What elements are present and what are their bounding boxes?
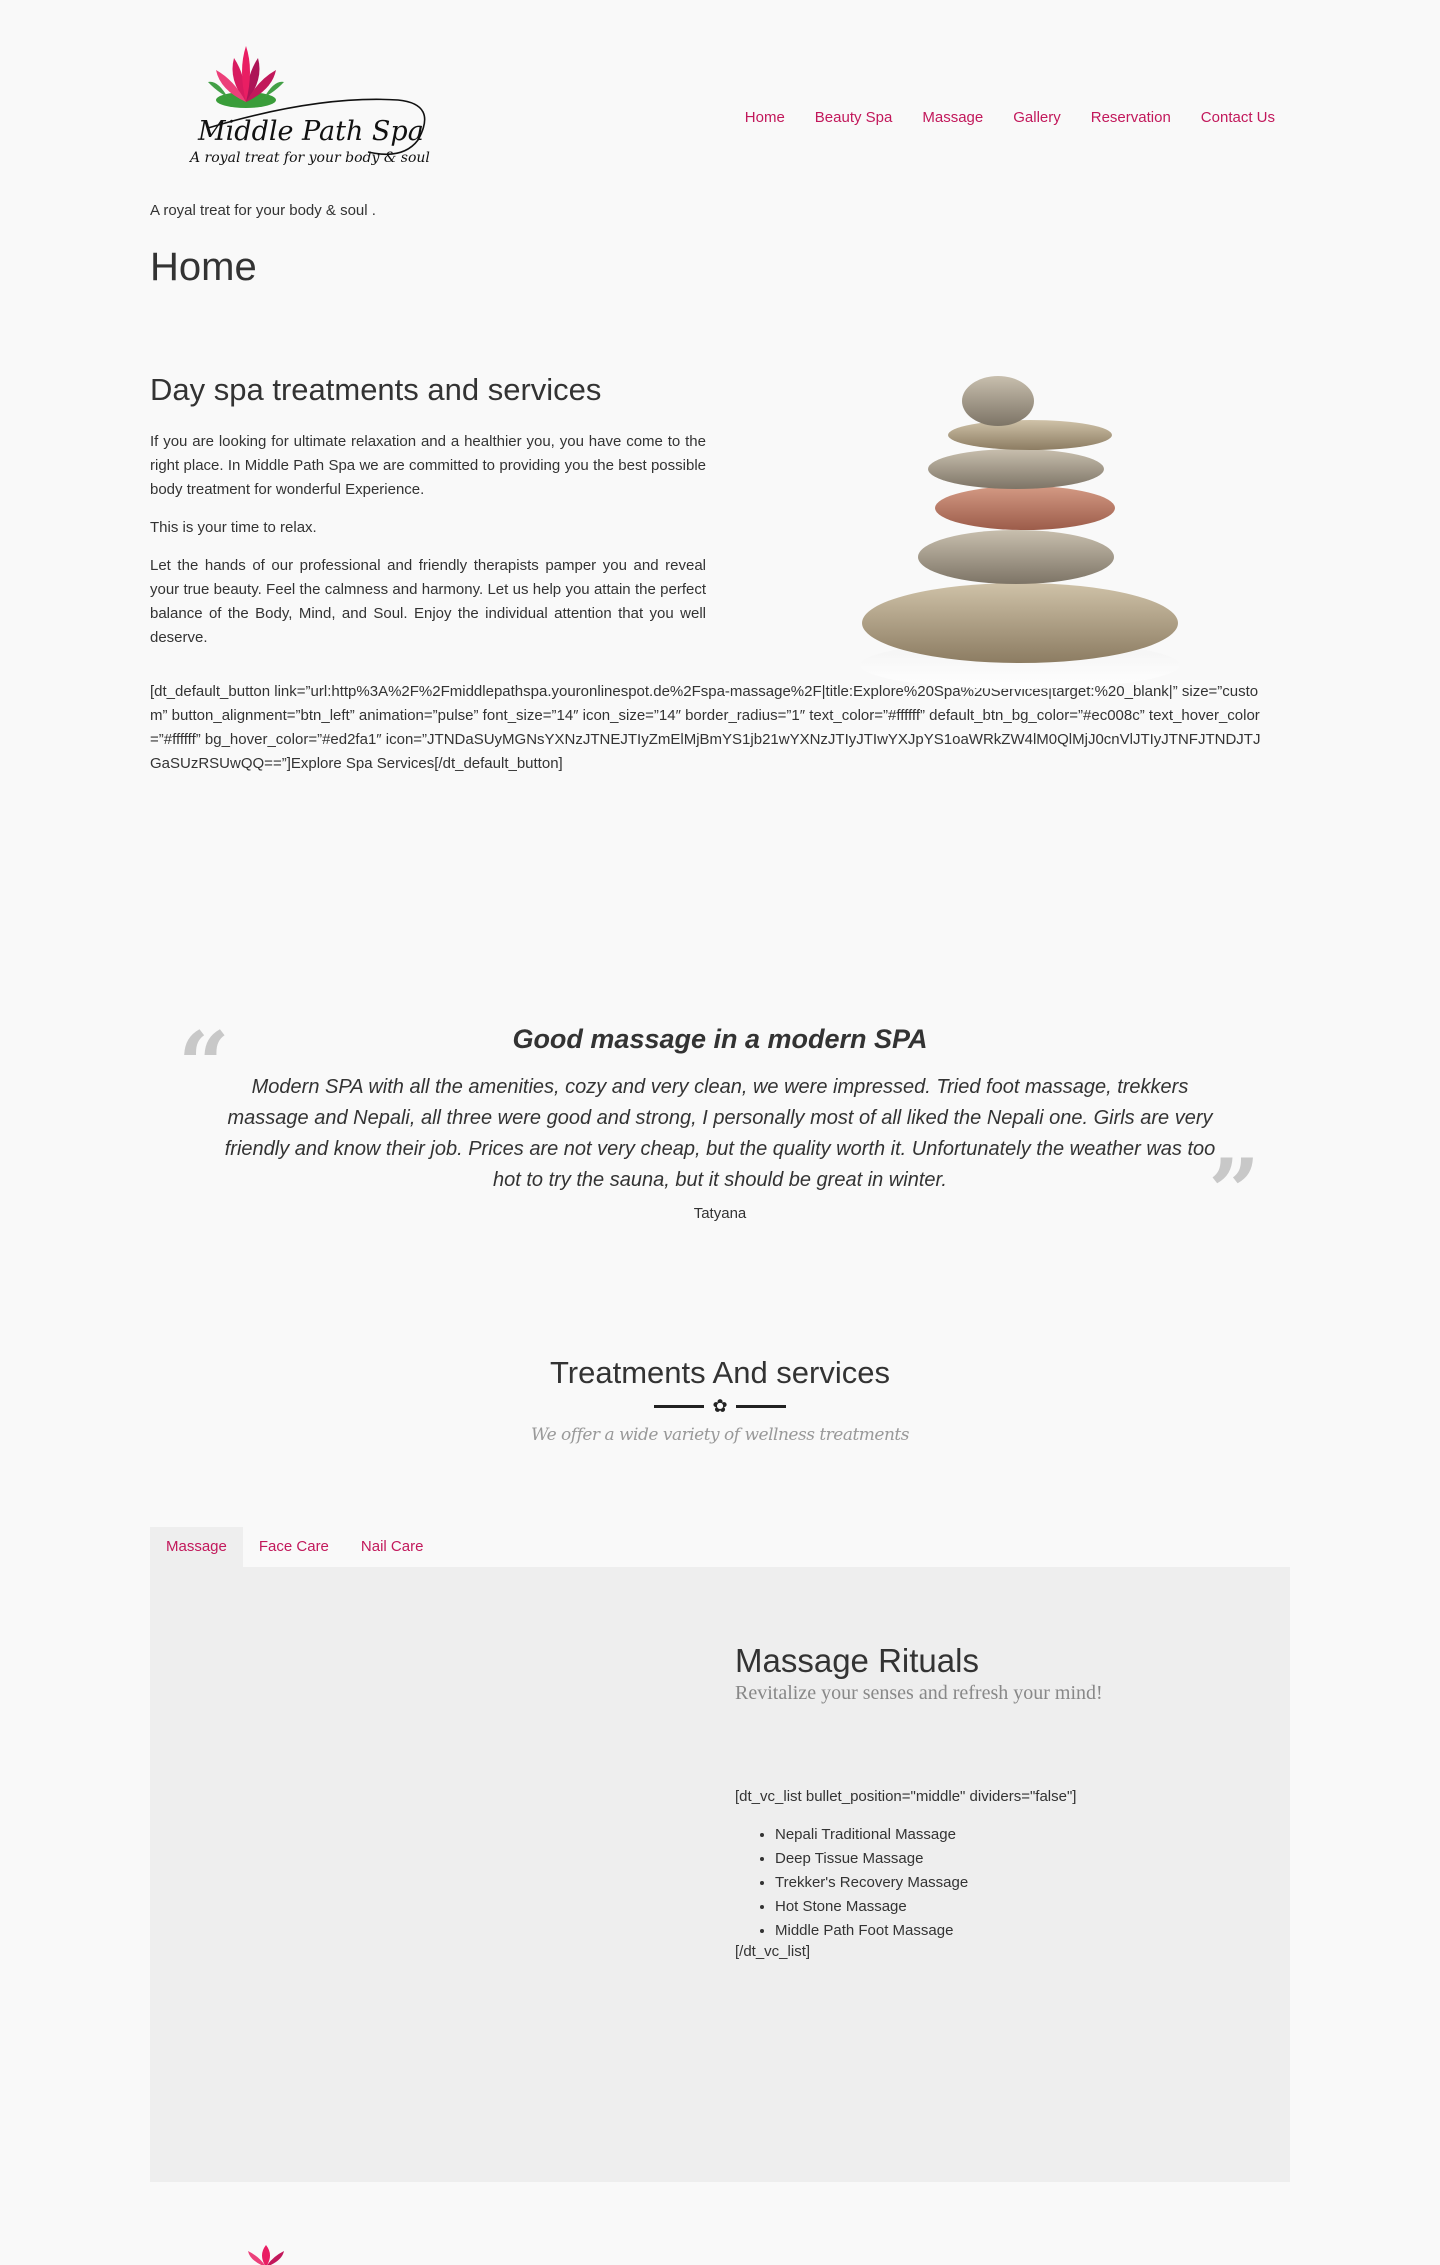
list-item: Hot Stone Massage: [775, 1895, 1275, 1919]
site-header: Middle Path Spa A royal treat for your b…: [150, 40, 1290, 180]
treatment-tabs: Massage Face Care Nail Care: [150, 1527, 439, 1567]
list-shortcode-open: [dt_vc_list bullet_position="middle" div…: [735, 1788, 1077, 1805]
testimonial: “ Good massage in a modern SPA Modern SP…: [150, 1010, 1290, 1240]
nav-home[interactable]: Home: [745, 109, 785, 126]
lotus-icon: [248, 2245, 284, 2265]
page-title: Home: [150, 245, 257, 289]
nav-massage[interactable]: Massage: [922, 109, 983, 126]
divider-line: [654, 1404, 705, 1408]
intro-paragraph-3: Let the hands of our professional and fr…: [150, 557, 706, 646]
intro-heading: Day spa treatments and services: [150, 372, 602, 407]
tab-nail-care[interactable]: Nail Care: [345, 1527, 440, 1567]
list-item: Middle Path Foot Massage: [775, 1919, 1275, 1943]
heading-divider: ✿: [150, 1397, 1290, 1415]
massage-list: Nepali Traditional Massage Deep Tissue M…: [775, 1823, 1275, 1943]
intro-paragraph-1: If you are looking for ultimate relaxati…: [150, 433, 706, 498]
tab-massage[interactable]: Massage: [150, 1527, 243, 1567]
site-logo[interactable]: Middle Path Spa A royal treat for your b…: [168, 40, 438, 175]
tab-panel-massage: Massage Rituals Revitalize your senses a…: [150, 1567, 1290, 2182]
panel-content: Massage Rituals Revitalize your senses a…: [735, 1642, 1275, 1960]
panel-heading: Massage Rituals: [735, 1642, 979, 1679]
list-item: Nepali Traditional Massage: [775, 1823, 1275, 1847]
nav-reservation[interactable]: Reservation: [1091, 109, 1171, 126]
tab-face-care[interactable]: Face Care: [243, 1527, 345, 1567]
testimonial-title: Good massage in a modern SPA: [512, 1024, 928, 1054]
list-item: Trekker's Recovery Massage: [775, 1871, 1275, 1895]
treatments-heading-block: Treatments And services ✿ We offer a wid…: [150, 1355, 1290, 1445]
quote-close-icon: ”: [1208, 1139, 1260, 1245]
logo-slogan: A royal treat for your body & soul: [188, 150, 430, 166]
treatments-heading: Treatments And services: [550, 1355, 890, 1390]
site-tagline: A royal treat for your body & soul .: [150, 202, 376, 219]
nav-contact-us[interactable]: Contact Us: [1201, 109, 1275, 126]
stacked-stones-image: [850, 365, 1190, 735]
panel-subheading: Revitalize your senses and refresh your …: [735, 1682, 1103, 1704]
flower-icon: ✿: [712, 1396, 728, 1416]
nav-beauty-spa[interactable]: Beauty Spa: [815, 109, 893, 126]
divider-line: [735, 1404, 786, 1408]
intro-paragraph-2: This is your time to relax.: [150, 519, 317, 536]
testimonial-body: Modern SPA with all the amenities, cozy …: [224, 1076, 1216, 1191]
footer-logo: [236, 2245, 296, 2265]
list-shortcode-close: [/dt_vc_list]: [735, 1943, 811, 1960]
nav-gallery[interactable]: Gallery: [1013, 109, 1061, 126]
treatments-subheading: We offer a wide variety of wellness trea…: [531, 1425, 910, 1445]
list-item: Deep Tissue Massage: [775, 1847, 1275, 1871]
main-nav: Home Beauty Spa Massage Gallery Reservat…: [745, 109, 1275, 126]
intro-section: Day spa treatments and services If you a…: [150, 372, 1260, 776]
lotus-icon: [208, 46, 284, 108]
testimonial-author: Tatyana: [693, 1205, 747, 1222]
logo-title: Middle Path Spa: [197, 116, 424, 147]
